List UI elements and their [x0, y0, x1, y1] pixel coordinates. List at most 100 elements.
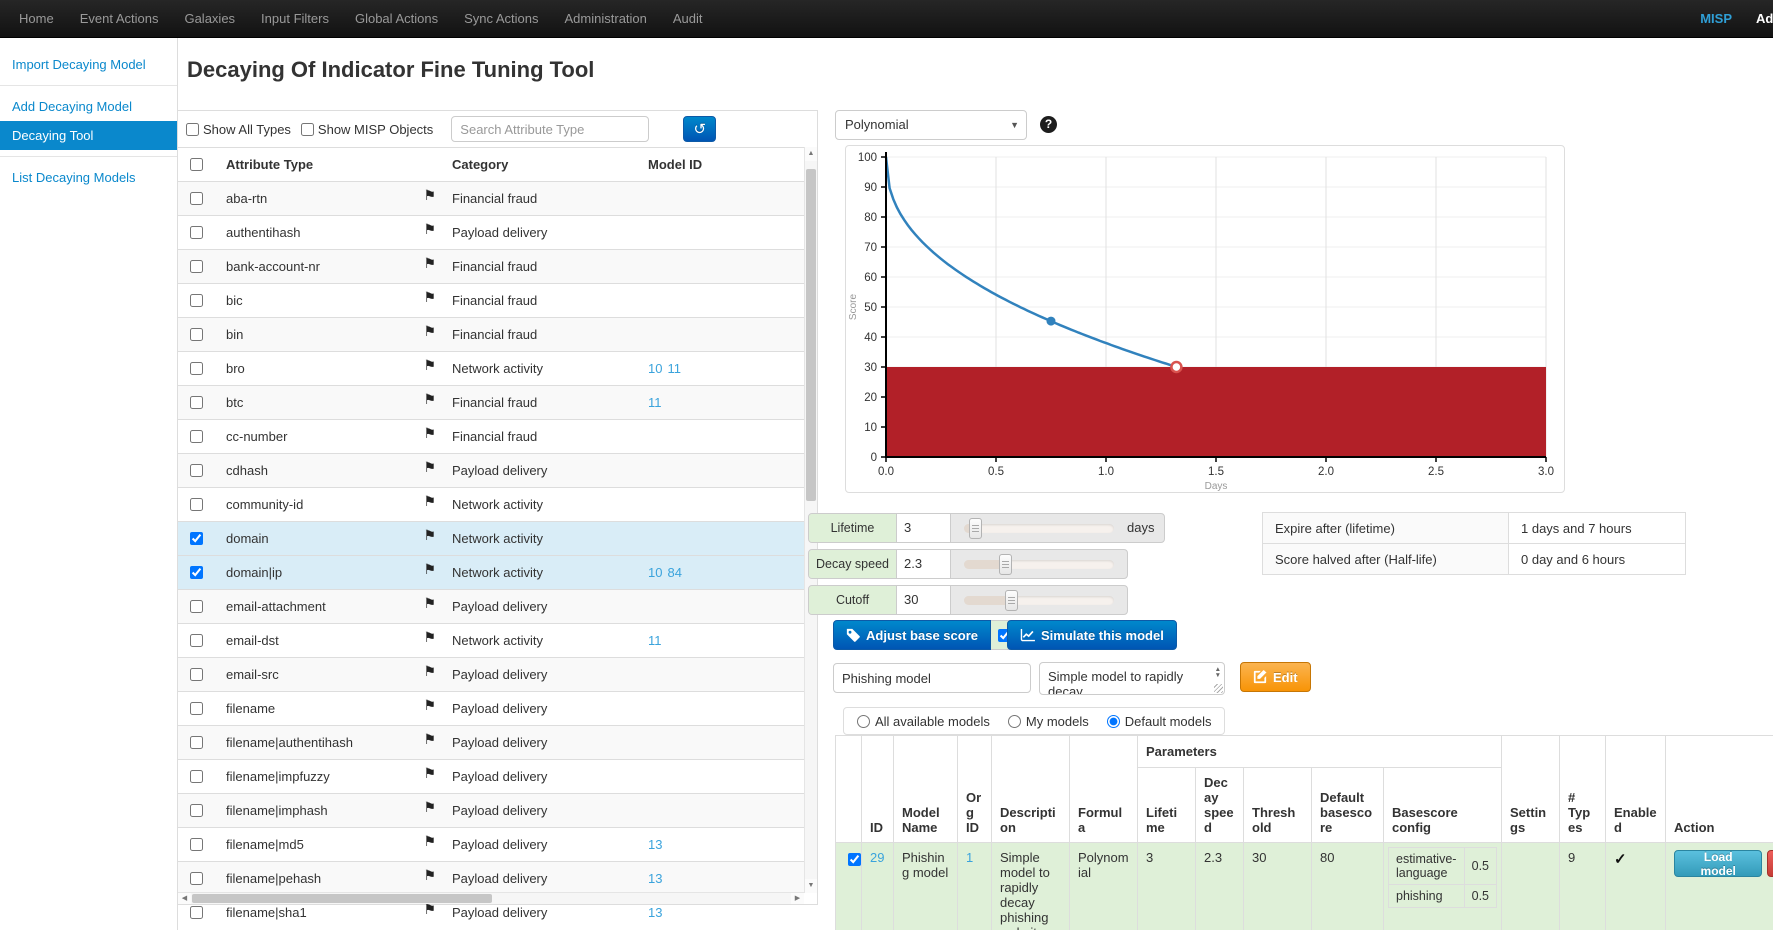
model-name-input[interactable] — [833, 663, 1031, 693]
disable-model-button[interactable] — [1767, 850, 1773, 877]
scroll-up-icon[interactable]: ▲ — [805, 147, 817, 161]
attribute-category-label: Network activity — [444, 488, 640, 522]
nav-item-audit[interactable]: Audit — [660, 0, 716, 38]
horizontal-scrollbar-thumb[interactable] — [192, 894, 492, 903]
simulate-model-button[interactable]: Simulate this model — [1007, 620, 1177, 650]
attribute-checkbox[interactable] — [190, 906, 203, 919]
nav-item-galaxies[interactable]: Galaxies — [171, 0, 248, 38]
nav-item-event-actions[interactable]: Event Actions — [67, 0, 172, 38]
show-misp-objects-option[interactable]: Show MISP Objects — [301, 122, 433, 137]
horizontal-scrollbar[interactable]: ◀ ▶ — [178, 892, 804, 904]
attribute-category-label: Payload delivery — [444, 216, 640, 250]
attribute-checkbox[interactable] — [190, 532, 203, 545]
models-filter-radio[interactable] — [1008, 715, 1021, 728]
model-description-box: Simple model to rapidly decay ▲▼ — [1039, 662, 1225, 695]
help-icon[interactable]: ? — [1040, 116, 1057, 133]
sidebar-item-list-decaying-models[interactable]: List Decaying Models — [0, 163, 177, 192]
scroll-left-icon[interactable]: ◀ — [178, 893, 191, 904]
misp-decaying-tool-screen: HomeEvent ActionsGalaxiesInput FiltersGl… — [0, 0, 1773, 930]
navbar-user-link[interactable]: Adm — [1756, 0, 1773, 38]
show-all-types-checkbox[interactable] — [186, 123, 199, 136]
slider-handle[interactable] — [999, 554, 1012, 575]
slider-handle[interactable] — [969, 518, 982, 539]
formula-select[interactable]: Polynomial ▼ — [835, 110, 1027, 140]
model-description-textarea[interactable]: Simple model to rapidly decay — [1040, 663, 1208, 694]
attribute-checkbox[interactable] — [190, 736, 203, 749]
attribute-checkbox[interactable] — [190, 192, 203, 205]
sidebar-item-decaying-tool[interactable]: Decaying Tool — [0, 121, 177, 150]
enabled-check-icon: ✓ — [1614, 851, 1627, 868]
attribute-checkbox[interactable] — [190, 702, 203, 715]
models-filter-default-models[interactable]: Default models — [1107, 714, 1212, 729]
attribute-checkbox[interactable] — [190, 294, 203, 307]
model-types-cell: 9 — [1560, 843, 1606, 930]
load-model-button[interactable]: Load model — [1674, 850, 1762, 877]
slider-track[interactable] — [964, 524, 1114, 533]
attribute-checkbox[interactable] — [190, 226, 203, 239]
nav-item-input-filters[interactable]: Input Filters — [248, 0, 342, 38]
attribute-checkbox[interactable] — [190, 498, 203, 511]
show-misp-objects-checkbox[interactable] — [301, 123, 314, 136]
scroll-down-icon[interactable]: ▼ — [805, 879, 817, 893]
model-id-link[interactable]: 10 — [648, 565, 662, 580]
model-id-link[interactable]: 84 — [667, 565, 681, 580]
edit-model-button[interactable]: Edit — [1240, 662, 1311, 692]
slider-value-input[interactable] — [897, 514, 951, 542]
sidebar-item-add-decaying-model[interactable]: Add Decaying Model — [0, 92, 177, 121]
attribute-checkbox[interactable] — [190, 464, 203, 477]
vertical-scrollbar-thumb[interactable] — [806, 169, 816, 501]
model-id-link[interactable]: 13 — [648, 871, 662, 886]
nav-item-administration[interactable]: Administration — [552, 0, 660, 38]
select-all-checkbox[interactable] — [190, 158, 203, 171]
nav-item-global-actions[interactable]: Global Actions — [342, 0, 451, 38]
attribute-type-table: Attribute Type Category Model ID aba-rtn… — [178, 147, 804, 929]
attribute-checkbox[interactable] — [190, 600, 203, 613]
model-id-link[interactable]: 11 — [648, 395, 662, 410]
attribute-checkbox[interactable] — [190, 260, 203, 273]
refresh-button[interactable]: ↺ — [683, 116, 716, 142]
show-all-types-option[interactable]: Show All Types — [186, 122, 291, 137]
attribute-category-label: Financial fraud — [444, 250, 640, 284]
slider-value-input[interactable] — [897, 586, 951, 614]
models-filter-radio[interactable] — [1107, 715, 1120, 728]
nav-item-home[interactable]: Home — [6, 0, 67, 38]
attribute-checkbox[interactable] — [190, 634, 203, 647]
attribute-checkbox[interactable] — [190, 872, 203, 885]
nav-item-sync-actions[interactable]: Sync Actions — [451, 0, 551, 38]
model-id-link[interactable]: 29 — [870, 850, 884, 865]
basescore-config-weight: 0.5 — [1464, 848, 1496, 885]
attribute-checkbox[interactable] — [190, 396, 203, 409]
textarea-spinner-icons[interactable]: ▲▼ — [1215, 667, 1221, 679]
resize-handle-icon[interactable] — [1214, 684, 1223, 693]
org-id-link[interactable]: 1 — [966, 850, 973, 865]
model-id-link[interactable]: 11 — [648, 633, 662, 648]
slider-handle[interactable] — [1005, 590, 1018, 611]
scroll-right-icon[interactable]: ▶ — [791, 893, 804, 904]
attribute-category-label: Payload delivery — [444, 590, 640, 624]
attribute-checkbox[interactable] — [190, 362, 203, 375]
slider-value-input[interactable] — [897, 550, 951, 578]
attribute-checkbox[interactable] — [190, 770, 203, 783]
model-id-link[interactable]: 13 — [648, 905, 662, 920]
column-category: Category — [444, 148, 640, 182]
attribute-checkbox[interactable] — [190, 566, 203, 579]
model-row-checkbox[interactable] — [848, 853, 861, 866]
attribute-checkbox[interactable] — [190, 430, 203, 443]
attribute-checkbox[interactable] — [190, 804, 203, 817]
attribute-checkbox[interactable] — [190, 328, 203, 341]
model-id-link[interactable]: 13 — [648, 837, 662, 852]
attribute-model-ids: 11 — [640, 624, 804, 658]
decay-simulation-chart[interactable]: 01020304050607080901000.00.51.01.52.02.5… — [846, 146, 1564, 492]
attribute-checkbox[interactable] — [190, 668, 203, 681]
models-filter-all-available-models[interactable]: All available models — [857, 714, 990, 729]
models-filter-my-models[interactable]: My models — [1008, 714, 1089, 729]
adjust-base-score-button[interactable]: Adjust base score — [833, 620, 991, 650]
model-id-link[interactable]: 11 — [667, 361, 681, 376]
sidebar-item-import-decaying-model[interactable]: Import Decaying Model — [0, 50, 177, 79]
attribute-type-label: aba-rtn — [226, 191, 267, 206]
models-filter-radio[interactable] — [857, 715, 870, 728]
attribute-checkbox[interactable] — [190, 838, 203, 851]
search-attribute-type-input[interactable] — [451, 116, 649, 142]
misp-brand-link[interactable]: MISP — [1700, 0, 1732, 38]
model-id-link[interactable]: 10 — [648, 361, 662, 376]
